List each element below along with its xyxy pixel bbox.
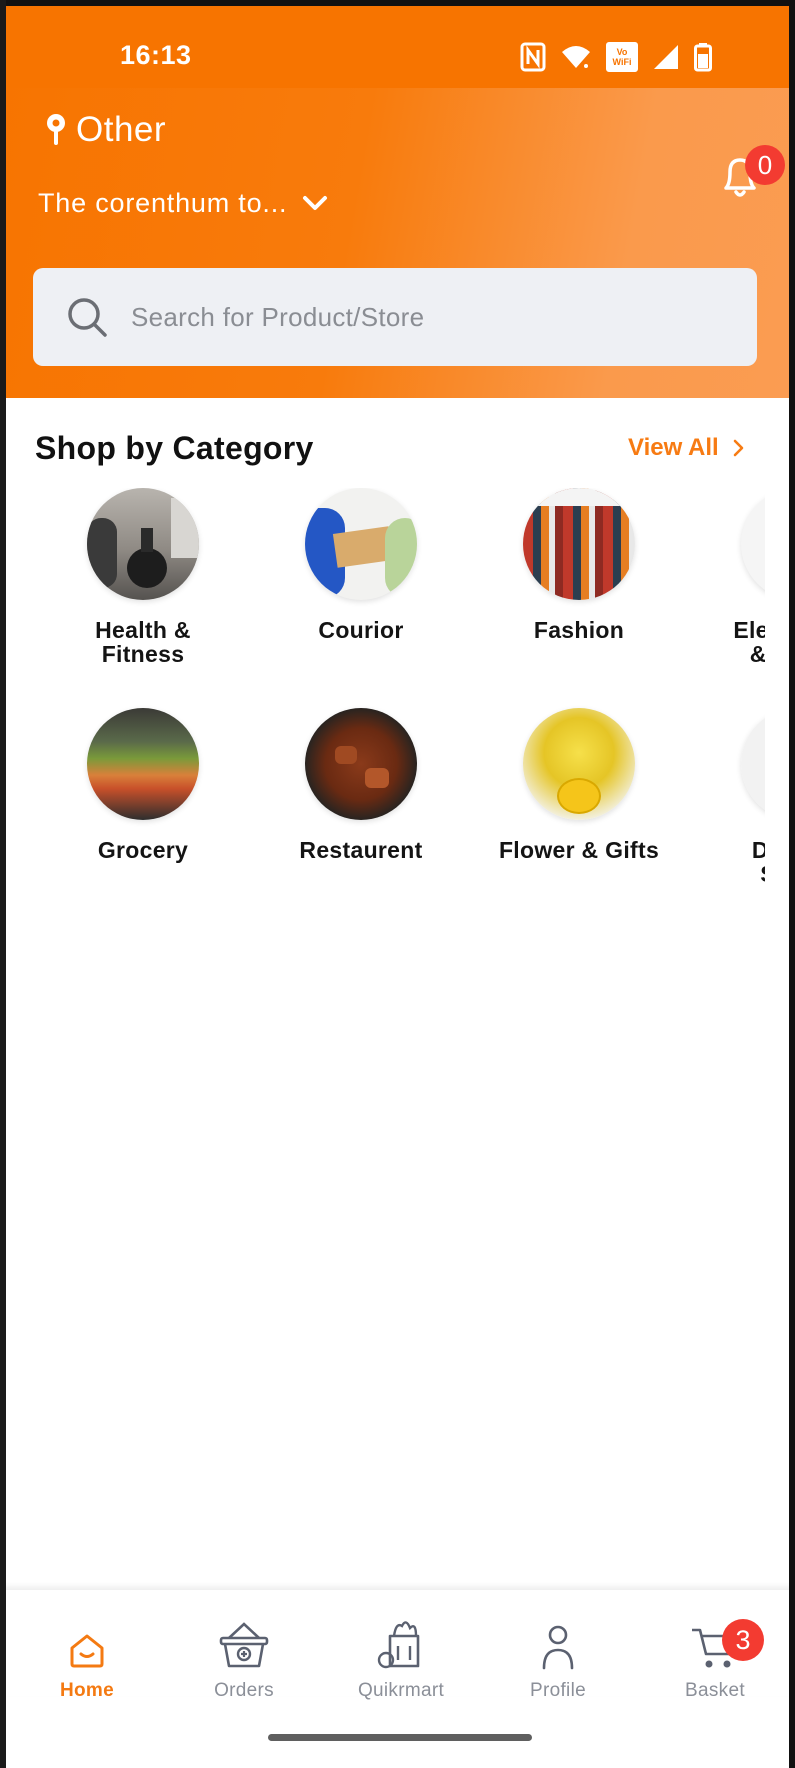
search-bar[interactable] <box>33 268 757 366</box>
orders-basket-icon <box>219 1622 269 1668</box>
location-selector[interactable]: Other <box>44 110 166 150</box>
category-label: Courior <box>318 617 404 643</box>
status-icons: Vo WiFi <box>520 40 712 74</box>
location-pin-icon <box>47 114 65 145</box>
tab-orders[interactable]: Orders <box>174 1620 314 1702</box>
tab-label: Orders <box>214 1680 274 1701</box>
category-label: Restaurent <box>299 837 423 863</box>
tab-home[interactable]: Home <box>17 1620 157 1702</box>
basket-count-badge: 3 <box>722 1619 764 1661</box>
category-label: Grocery <box>97 837 189 863</box>
section-title: Shop by Category <box>35 430 314 466</box>
vowifi-icon: Vo WiFi <box>606 42 638 72</box>
category-flower-gifts[interactable]: Flower & Gifts <box>479 708 679 862</box>
view-all-button[interactable]: View All <box>628 434 745 462</box>
home-icon <box>70 1634 104 1668</box>
flower-bouquet-image <box>523 708 635 820</box>
tab-label: Home <box>60 1680 114 1701</box>
chevron-down-icon <box>303 195 328 210</box>
category-label: Flower & Gifts <box>498 837 660 863</box>
tab-quikrmart[interactable]: Quikrmart <box>331 1620 471 1702</box>
category-label: Electronics & Lights <box>733 617 765 666</box>
gesture-home-bar[interactable] <box>268 1734 532 1741</box>
battery-icon <box>694 43 712 72</box>
tab-label: Quikrmart <box>357 1680 445 1701</box>
grocery-bag-icon <box>377 1621 420 1669</box>
profile-icon <box>542 1625 574 1670</box>
wifi-icon <box>562 46 590 68</box>
decor-image <box>741 708 765 820</box>
location-label: Other <box>76 110 167 149</box>
nfc-icon <box>520 42 546 72</box>
tab-label: Basket <box>685 1680 745 1701</box>
status-time: 16:13 <box>120 40 192 70</box>
search-icon <box>68 298 107 337</box>
curry-dish-image <box>305 708 417 820</box>
category-grid: Health & Fitness Courior Fashion Electro… <box>0 488 765 908</box>
clothes-rack-image <box>523 488 635 600</box>
category-label: Health & Fitness <box>95 617 191 667</box>
view-all-label: View All <box>628 434 719 461</box>
category-label: Fashion <box>533 617 625 643</box>
signal-icon <box>654 45 678 69</box>
address-text: The corenthum to... <box>38 188 288 218</box>
tab-basket[interactable]: Basket <box>645 1620 785 1702</box>
category-health-fitness[interactable]: Health & Fitness <box>43 488 243 666</box>
search-input[interactable] <box>129 300 713 334</box>
tab-label: Profile <box>530 1680 586 1701</box>
gym-image <box>87 488 199 600</box>
tab-profile[interactable]: Profile <box>488 1620 628 1702</box>
vowifi-text: Vo WiFi <box>612 47 632 67</box>
screen-frame-right <box>789 0 795 1768</box>
screen-frame-top <box>0 0 795 6</box>
grocery-aisle-image <box>87 708 199 820</box>
category-decor-stores[interactable]: Decor & Stores <box>697 708 765 886</box>
category-fashion[interactable]: Fashion <box>479 488 679 642</box>
electronics-image <box>741 488 765 600</box>
courier-image <box>305 488 417 600</box>
category-label: Decor & Stores <box>751 837 765 886</box>
notification-badge: 0 <box>745 145 785 185</box>
screen-frame-left <box>0 0 6 1768</box>
category-restaurent[interactable]: Restaurent <box>261 708 461 862</box>
address-dropdown[interactable]: The corenthum to... <box>38 188 329 219</box>
category-courior[interactable]: Courior <box>261 488 461 642</box>
chevron-right-icon <box>733 439 744 457</box>
category-electronics[interactable]: Electronics & Lights <box>697 488 765 666</box>
category-grocery[interactable]: Grocery <box>43 708 243 862</box>
